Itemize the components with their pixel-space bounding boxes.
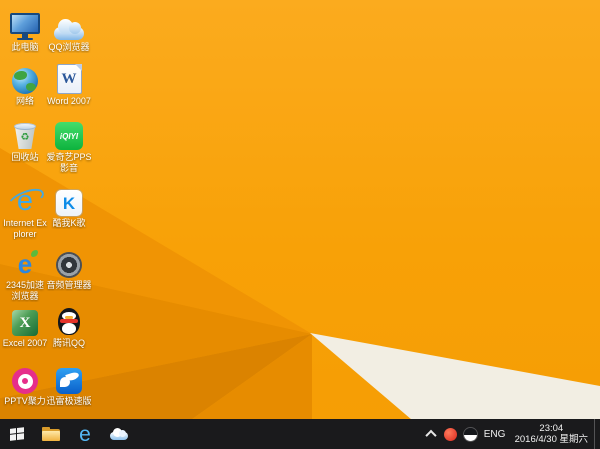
- windows-logo-icon: [9, 426, 25, 442]
- tray-security-icon: [444, 427, 458, 441]
- desktop-icon-label: 回收站: [11, 152, 39, 162]
- iqiyi-icon: iQIYI: [55, 122, 83, 150]
- desktop-icon-label: QQ浏览器: [48, 42, 90, 52]
- desktop-icon-label: 迅雷极速版: [46, 396, 92, 406]
- 2345-browser-icon: e: [10, 250, 40, 278]
- tray-qq-icon: [464, 427, 478, 441]
- desktop-icon-label: 音频管理器: [46, 280, 92, 290]
- clock-date: 2016/4/30 星期六: [514, 434, 588, 445]
- desktop-icon-iqiyi-pps[interactable]: iQIYI 爱奇艺PPS影音: [46, 118, 92, 174]
- speaker-icon: [56, 252, 82, 278]
- xunlei-bird-icon: [56, 368, 82, 394]
- kuwo-k-icon: K: [56, 190, 82, 216]
- desktop-icon-label: 网络: [15, 96, 34, 106]
- qq-penguin-icon: [57, 308, 81, 336]
- desktop-icon-this-pc[interactable]: 此电脑: [2, 8, 48, 53]
- desktop-icon-word[interactable]: W Word 2007: [46, 62, 92, 107]
- cloud-icon: [54, 19, 84, 40]
- show-desktop-button[interactable]: [594, 419, 600, 449]
- excel-icon: X: [12, 310, 38, 336]
- desktop-icon-label: 此电脑: [11, 42, 39, 52]
- desktop-icon-internet-explorer[interactable]: e Internet Explorer: [2, 184, 48, 240]
- internet-explorer-icon: e: [5, 184, 47, 216]
- desktop-icon-label: Excel 2007: [2, 338, 48, 348]
- desktop-icon-qq-browser[interactable]: QQ浏览器: [46, 8, 92, 53]
- desktop-icon-label: 2345加速浏览器: [5, 280, 45, 301]
- recycle-bin-icon: ♻: [14, 123, 36, 150]
- desktop-icon-label: 酷我K歌: [52, 218, 86, 228]
- desktop-icon-recycle-bin[interactable]: ♻ 回收站: [2, 118, 48, 163]
- tray-icon-2[interactable]: [461, 419, 481, 449]
- desktop-icon-tencent-qq[interactable]: 腾讯QQ: [46, 304, 92, 349]
- desktop-icon-pptv[interactable]: PPTV聚力: [2, 362, 48, 407]
- desktop-icon-excel[interactable]: X Excel 2007: [2, 304, 48, 349]
- desktop-icon-network[interactable]: 网络: [2, 62, 48, 107]
- desktop: 此电脑 网络 ♻ 回收站 e Internet Explorer e 2345加…: [0, 0, 600, 449]
- taskbar-internet-explorer-button[interactable]: e: [68, 419, 102, 449]
- system-tray: ENG 23:04 2016/4/30 星期六: [421, 419, 600, 449]
- desktop-icon-label: Word 2007: [47, 96, 91, 106]
- chevron-up-icon: [424, 429, 437, 442]
- language-indicator[interactable]: ENG: [481, 429, 509, 440]
- clock-time: 23:04: [539, 423, 564, 434]
- desktop-icon-2345-browser[interactable]: e 2345加速浏览器: [2, 246, 48, 302]
- taskbar-qq-browser-button[interactable]: [102, 419, 136, 449]
- desktop-icon-label: 腾讯QQ: [52, 338, 85, 348]
- folder-icon: [42, 427, 60, 441]
- pptv-icon: [12, 368, 38, 394]
- desktop-icon-label: Internet Explorer: [3, 218, 47, 239]
- show-hidden-icons-button[interactable]: [421, 419, 441, 449]
- taskbar: e ENG 23:04 2016/4/30 星期六: [0, 419, 600, 449]
- ie-icon: e: [79, 422, 91, 446]
- network-globe-icon: [12, 68, 38, 94]
- taskbar-file-explorer-button[interactable]: [34, 419, 68, 449]
- desktop-icon-label: PPTV聚力: [4, 396, 46, 406]
- tray-icon-1[interactable]: [441, 419, 461, 449]
- desktop-icon-label: 爱奇艺PPS影音: [46, 152, 92, 173]
- desktop-icon-audio-manager[interactable]: 音频管理器: [46, 246, 92, 291]
- desktop-icon-xunlei[interactable]: 迅雷极速版: [46, 362, 92, 407]
- desktop-icon-kuwo[interactable]: K 酷我K歌: [46, 184, 92, 229]
- cloud-icon: [110, 428, 128, 440]
- start-button[interactable]: [0, 419, 34, 449]
- word-icon: W: [56, 64, 82, 94]
- this-pc-icon: [10, 13, 40, 40]
- taskbar-clock[interactable]: 23:04 2016/4/30 星期六: [509, 423, 594, 445]
